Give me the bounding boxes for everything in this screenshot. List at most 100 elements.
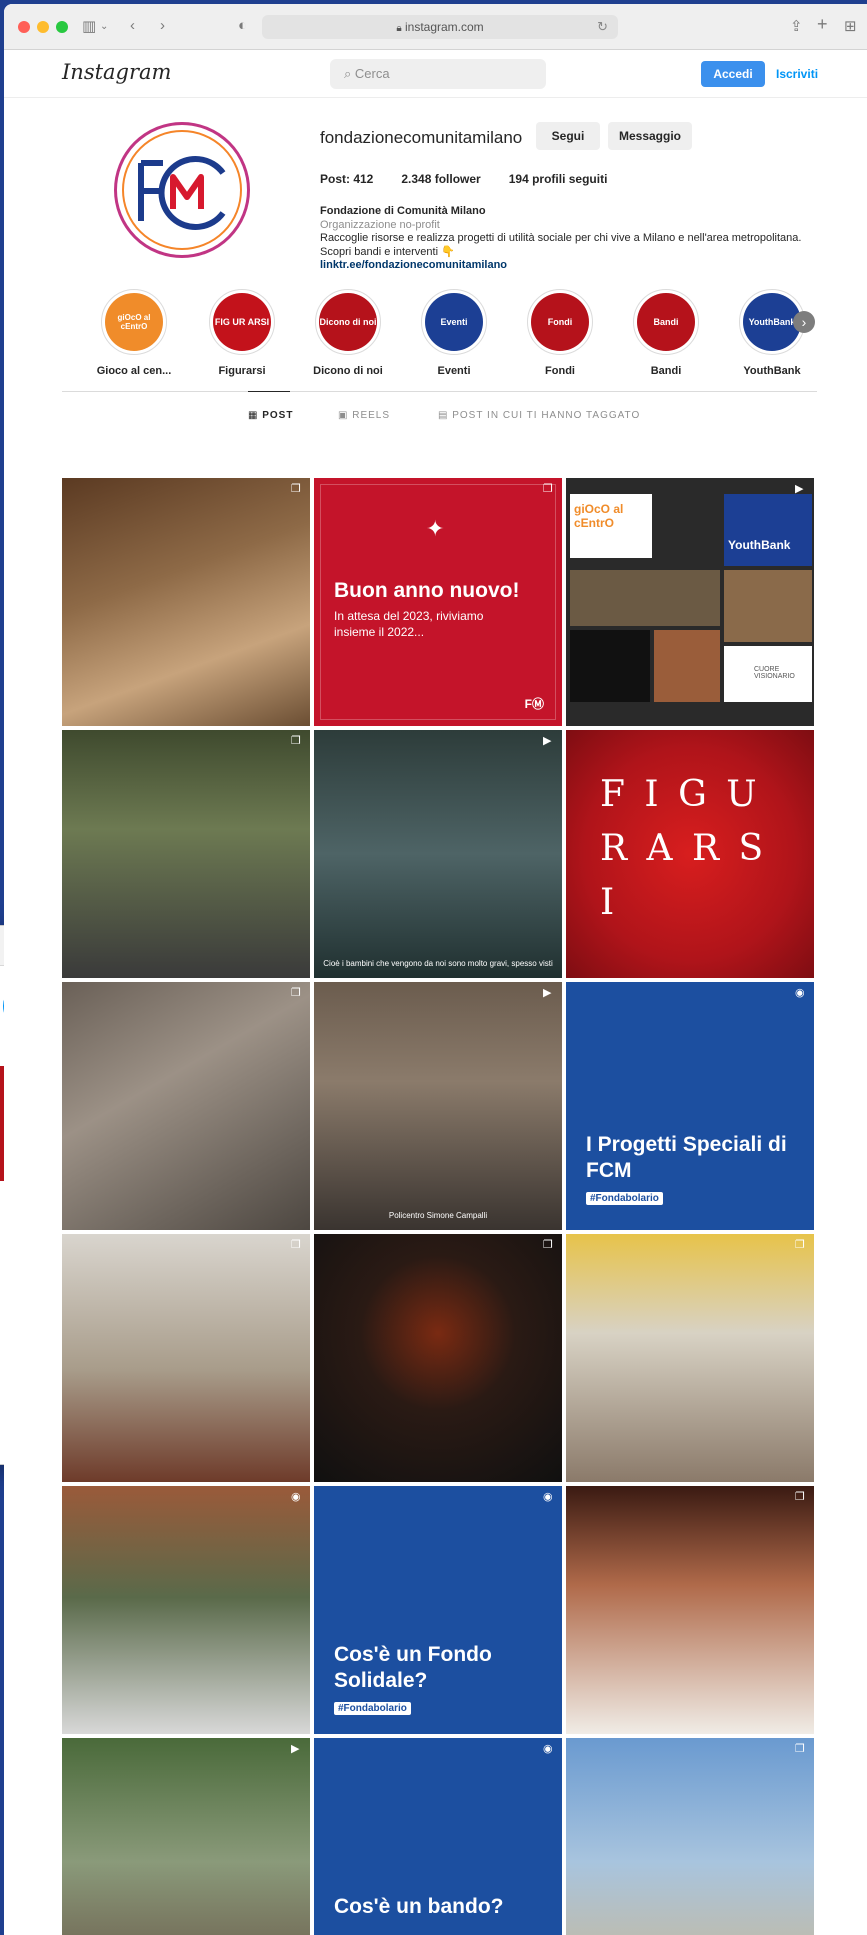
- forward-icon[interactable]: ›: [160, 17, 165, 34]
- post-title: I Progetti Speciali di FCM: [586, 1133, 787, 1182]
- bio-link[interactable]: linktr.ee/fondazionecomunitamilano: [320, 259, 810, 273]
- figurarsi-lettering: F I G U R A R S I: [600, 774, 768, 923]
- highlight-label: Figurarsi: [218, 365, 266, 377]
- post-thumbnail[interactable]: ▶ Cioè i bambini che vengono da noi sono…: [314, 730, 562, 978]
- post-thumbnail[interactable]: ◉ I Progetti Speciali di FCM #Fondabolar…: [566, 982, 814, 1230]
- tab-overview-icon[interactable]: ⊞: [844, 17, 857, 35]
- highlight-cover: Fondi: [531, 293, 589, 351]
- post-thumbnail[interactable]: ▶ giOcO al cEntrO YouthBank CUORE VISION…: [566, 478, 814, 726]
- message-button[interactable]: Messaggio: [608, 122, 692, 150]
- highlight-ring: Eventi: [421, 289, 487, 355]
- tab-label: REELS: [352, 410, 391, 421]
- story-highlights: giOcO al cEntrO Gioco al cen... FIG UR A…: [4, 273, 867, 391]
- bio-category: Organizzazione no-profit: [320, 218, 440, 231]
- sidebar-icon[interactable]: ▥: [82, 17, 96, 35]
- collage-photo: [570, 630, 650, 702]
- post-thumbnail[interactable]: ❐: [62, 730, 310, 978]
- post-subtitle: In attesa del 2023, riviviamo insieme il…: [334, 609, 484, 639]
- highlight-cover: Eventi: [425, 293, 483, 351]
- carousel-icon: ❐: [291, 735, 301, 747]
- search-icon: ⌕: [344, 66, 352, 81]
- address-bar[interactable]: 🔒︎ instagram.com ↻: [262, 15, 618, 39]
- tab-posts[interactable]: ▦ POST: [248, 410, 293, 421]
- post-thumbnail[interactable]: ▶ Policentro Simone Campalli: [314, 982, 562, 1230]
- carousel-icon: ❐: [795, 1239, 805, 1251]
- collage-photo: [654, 630, 720, 702]
- post-thumbnail[interactable]: F I G U R A R S I: [566, 730, 814, 978]
- highlight-item[interactable]: Fondi Fondi: [512, 289, 608, 377]
- post-thumbnail[interactable]: ❐: [62, 478, 310, 726]
- highlight-cover: FIG UR ARSI: [213, 293, 271, 351]
- login-button[interactable]: Accedi: [701, 61, 765, 87]
- post-thumbnail[interactable]: ❐ ✦ Buon anno nuovo! In attesa del 2023,…: [314, 478, 562, 726]
- post-thumbnail[interactable]: ❐: [314, 1234, 562, 1482]
- post-thumbnail[interactable]: ◉ Cos'è un bando?: [314, 1738, 562, 1935]
- reel-icon: ◉: [291, 1491, 301, 1503]
- post-thumbnail[interactable]: ◉ Cos'è un Fondo Solidale? #Fondabolario: [314, 1486, 562, 1734]
- post-tag: #Fondabolario: [586, 1192, 663, 1205]
- highlight-item[interactable]: Dicono di noi Dicono di noi: [300, 289, 396, 377]
- address-text: instagram.com: [404, 20, 484, 34]
- fcm-logo-icon: [138, 156, 226, 230]
- new-tab-icon[interactable]: +: [817, 14, 828, 35]
- grid-icon: ▦: [248, 410, 259, 421]
- collage-photo: [724, 570, 812, 642]
- highlight-ring: Bandi: [633, 289, 699, 355]
- search-input[interactable]: ⌕ Cerca: [330, 59, 546, 89]
- share-icon[interactable]: ⇪: [790, 17, 803, 35]
- highlight-label: YouthBank: [743, 365, 801, 377]
- highlight-label: Gioco al cen...: [96, 365, 172, 377]
- back-icon[interactable]: ‹: [130, 17, 135, 34]
- tab-reels[interactable]: ▣ REELS: [338, 410, 390, 421]
- highlight-item[interactable]: giOcO al cEntrO Gioco al cen...: [86, 289, 182, 377]
- highlight-item[interactable]: Eventi Eventi: [406, 289, 502, 377]
- carousel-icon: ❐: [291, 483, 301, 495]
- close-window-button[interactable]: [18, 21, 30, 33]
- post-title: Cos'è un bando?: [334, 1895, 504, 1918]
- active-tab-indicator: [248, 391, 290, 392]
- followers-count[interactable]: 2.348 follower: [401, 172, 480, 186]
- post-thumbnail[interactable]: ❐: [62, 1234, 310, 1482]
- post-thumbnail[interactable]: ◉: [62, 1486, 310, 1734]
- highlight-label: Eventi: [437, 365, 471, 377]
- post-thumbnail[interactable]: ❐: [566, 1234, 814, 1482]
- highlight-label: Dicono di noi: [313, 365, 383, 377]
- reels-icon: ▣: [338, 410, 349, 421]
- video-caption: Policentro Simone Campalli: [388, 1211, 488, 1220]
- bio-text: Raccoglie risorse e realizza progetti di…: [320, 232, 802, 258]
- chevron-right-icon[interactable]: ›: [793, 311, 815, 333]
- reel-icon: ◉: [795, 987, 805, 999]
- browser-toolbar: ▥ ⌄ ‹ › ◐ 🔒︎ instagram.com ↻ ⇪ + ⊞: [4, 4, 867, 50]
- carousel-icon: ❐: [795, 1491, 805, 1503]
- instagram-logo[interactable]: Instagram: [62, 60, 171, 84]
- zoom-window-button[interactable]: [56, 21, 68, 33]
- fcm-logo-icon: FⓂ: [524, 697, 544, 711]
- privacy-shield-icon[interactable]: ◐: [238, 17, 247, 34]
- highlight-ring: FIG UR ARSI: [209, 289, 275, 355]
- post-thumbnail[interactable]: ❐: [62, 982, 310, 1230]
- post-thumbnail[interactable]: ❐: [566, 1486, 814, 1734]
- post-thumbnail[interactable]: ❐: [566, 1738, 814, 1935]
- lock-icon: 🔒︎: [396, 23, 402, 34]
- signup-link[interactable]: Iscriviti: [776, 67, 818, 81]
- highlight-item[interactable]: FIG UR ARSI Figurarsi: [194, 289, 290, 377]
- carousel-icon: ❐: [291, 987, 301, 999]
- follow-button[interactable]: Segui: [536, 122, 600, 150]
- minimize-window-button[interactable]: [37, 21, 49, 33]
- profile-header: fondazionecomunitamilano Segui Messaggio…: [4, 98, 867, 273]
- reload-icon[interactable]: ↻: [597, 19, 608, 35]
- chevron-down-icon[interactable]: ⌄: [100, 21, 108, 32]
- collage-photo: [570, 570, 720, 626]
- post-thumbnail[interactable]: ▶: [62, 1738, 310, 1935]
- avatar[interactable]: [114, 122, 250, 258]
- highlight-item[interactable]: YouthBank YouthBank: [724, 289, 820, 377]
- bio-name: Fondazione di Comunità Milano: [320, 205, 486, 217]
- reel-icon: ◉: [543, 1491, 553, 1503]
- window-controls: [18, 21, 68, 33]
- following-count[interactable]: 194 profili seguiti: [509, 172, 608, 186]
- tab-tagged[interactable]: ▤ POST IN CUI TI HANNO TAGGATO: [438, 410, 640, 421]
- highlight-ring: Fondi: [527, 289, 593, 355]
- carousel-icon: ❐: [795, 1743, 805, 1755]
- highlight-item[interactable]: Bandi Bandi: [618, 289, 714, 377]
- reel-icon: ▶: [543, 987, 552, 999]
